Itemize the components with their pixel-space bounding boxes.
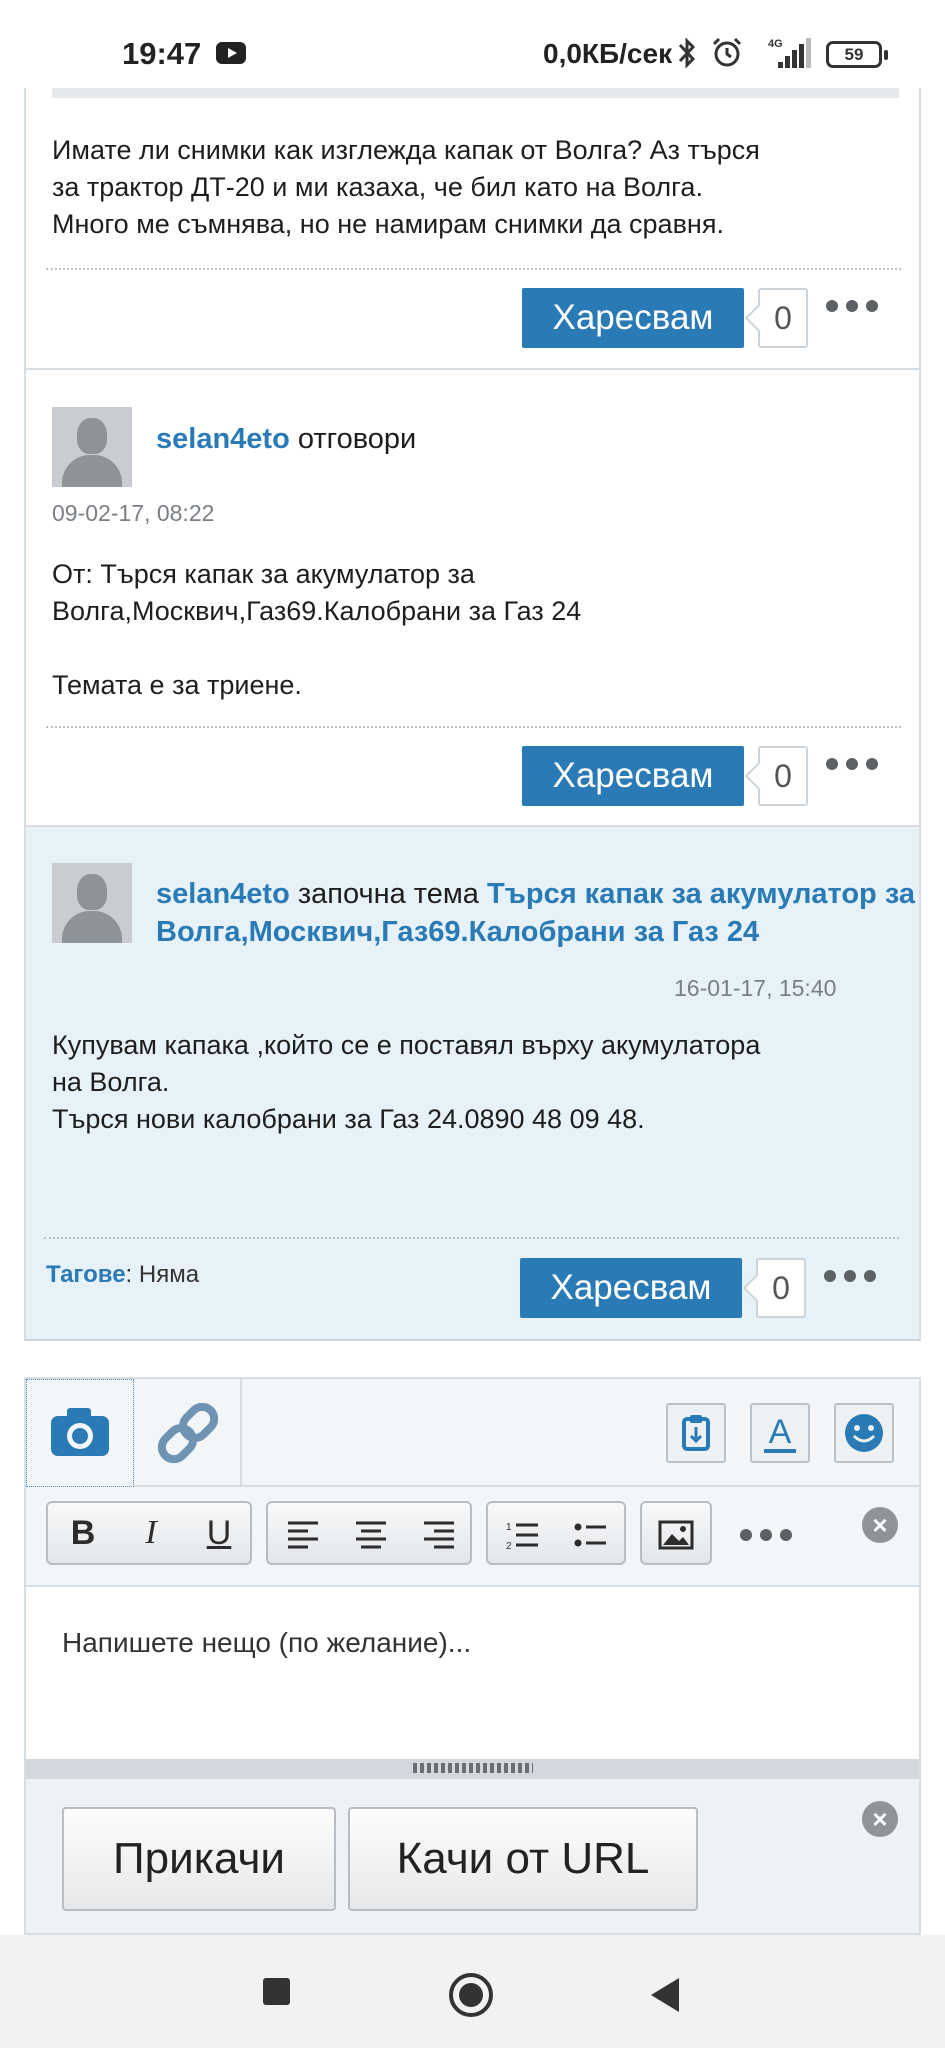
like-button[interactable]: Харесвам — [520, 1258, 742, 1318]
link-icon — [157, 1402, 219, 1464]
post-header: selan4eto отговори — [156, 420, 416, 458]
image-icon — [658, 1520, 694, 1550]
align-right-button[interactable] — [406, 1503, 472, 1563]
comment-placeholder: Напишете нещо (по желание)... — [62, 1627, 472, 1658]
underline-button[interactable]: U — [186, 1503, 252, 1563]
bold-button[interactable]: B — [50, 1503, 116, 1563]
divider-strip — [52, 88, 899, 98]
ordered-list-button[interactable]: 12 — [490, 1503, 556, 1563]
post-text: Имате ли снимки как изглежда капак от Во… — [52, 135, 760, 239]
alarm-icon — [712, 37, 742, 67]
align-center-icon — [356, 1521, 386, 1549]
ordered-list-icon: 12 — [506, 1522, 538, 1552]
align-center-button[interactable] — [338, 1503, 404, 1563]
italic-button[interactable]: I — [118, 1503, 184, 1563]
insert-image-group — [640, 1501, 712, 1565]
post-timestamp: 09-02-17, 08:22 — [52, 500, 215, 526]
battery-level: 59 — [844, 45, 864, 64]
upload-from-url-button[interactable]: Качи от URL — [348, 1807, 698, 1911]
author-link[interactable]: selan4eto — [156, 878, 290, 910]
close-toolbar-icon[interactable]: × — [862, 1507, 898, 1543]
divider — [44, 1237, 899, 1239]
post-action: отговори — [289, 423, 417, 455]
editor-mode-bar: A — [26, 1379, 919, 1487]
clipboard-button[interactable] — [666, 1403, 726, 1463]
align-right-icon — [424, 1521, 454, 1549]
system-nav-bar — [0, 1935, 945, 2048]
like-count: 0 — [758, 288, 808, 348]
more-options-icon[interactable] — [826, 296, 882, 316]
formatting-toolbar: B I U 12 × — [26, 1487, 919, 1587]
like-button[interactable]: Харесвам — [522, 746, 744, 806]
camera-icon — [51, 1408, 109, 1456]
more-formatting-icon[interactable] — [740, 1525, 796, 1545]
svg-text:1: 1 — [506, 1522, 512, 1533]
list-group: 12 — [486, 1501, 626, 1565]
author-link[interactable]: selan4eto — [156, 423, 290, 455]
post-tags: Тагове: Няма — [46, 1261, 199, 1289]
svg-text:2: 2 — [506, 1541, 512, 1551]
comment-input[interactable]: Напишете нещо (по желание)... — [26, 1587, 919, 1759]
like-count: 0 — [756, 1258, 806, 1318]
upload-panel: Прикачи Качи от URL × — [26, 1779, 919, 1933]
text-format-button[interactable]: A — [750, 1403, 810, 1463]
bullet-list-button[interactable] — [558, 1503, 624, 1563]
status-bar: 19:47 0,0КБ/сек 4G 59 — [0, 0, 945, 88]
bluetooth-icon — [678, 37, 696, 69]
post-timestamp: 16-01-17, 15:40 — [674, 975, 837, 1001]
resize-handle[interactable] — [26, 1759, 919, 1779]
back-icon[interactable] — [651, 1978, 679, 2012]
tab-link[interactable] — [134, 1379, 242, 1487]
align-left-icon — [288, 1521, 318, 1549]
status-time: 19:47 — [122, 36, 202, 71]
alignment-group — [266, 1501, 472, 1565]
comment-editor: A B I U 1 2 × Напишете нещо (по желание)… — [24, 1377, 921, 1935]
clipboard-icon — [682, 1415, 710, 1451]
smiley-icon — [845, 1414, 883, 1452]
post-item: selan4eto отговори 09-02-17, 08:22 От: Т… — [24, 370, 921, 827]
avatar[interactable] — [52, 863, 132, 943]
svg-text:A: A — [769, 1413, 792, 1451]
insert-image-button[interactable] — [643, 1503, 709, 1563]
home-icon[interactable] — [449, 1973, 493, 2017]
tags-label[interactable]: Тагове — [46, 1261, 126, 1288]
signal-icon: 4G — [768, 38, 811, 68]
avatar[interactable] — [52, 407, 132, 487]
attach-button[interactable]: Прикачи — [62, 1807, 336, 1911]
more-options-icon[interactable] — [824, 1266, 880, 1286]
post-text: От: Търся капак за акумулатор за Волга,М… — [52, 559, 582, 700]
font-color-icon: A — [764, 1413, 796, 1453]
recent-apps-icon[interactable] — [263, 1978, 290, 2005]
post-header: selan4eto започна тема Търся капак за ак… — [156, 875, 916, 951]
tab-photo[interactable] — [26, 1379, 134, 1487]
battery-icon: 59 — [826, 41, 888, 68]
divider — [46, 726, 901, 728]
emoji-button[interactable] — [834, 1403, 894, 1463]
post-item: Имате ли снимки как изглежда капак от Во… — [24, 88, 921, 370]
more-options-icon[interactable] — [826, 754, 882, 774]
like-button[interactable]: Харесвам — [522, 288, 744, 348]
network-speed: 0,0КБ/сек — [543, 38, 673, 69]
network-type: 4G — [768, 38, 783, 50]
tags-value: : Няма — [125, 1261, 200, 1288]
youtube-notification-icon — [216, 42, 246, 64]
bullet-list-icon — [574, 1523, 606, 1547]
align-left-button[interactable] — [270, 1503, 336, 1563]
post-text: Купувам капака ,който се е поставял върх… — [52, 1030, 761, 1134]
like-count: 0 — [758, 746, 808, 806]
post-action: започна тема — [289, 878, 487, 910]
divider — [46, 268, 901, 270]
close-upload-icon[interactable]: × — [862, 1801, 898, 1837]
text-style-group: B I U — [46, 1501, 252, 1565]
